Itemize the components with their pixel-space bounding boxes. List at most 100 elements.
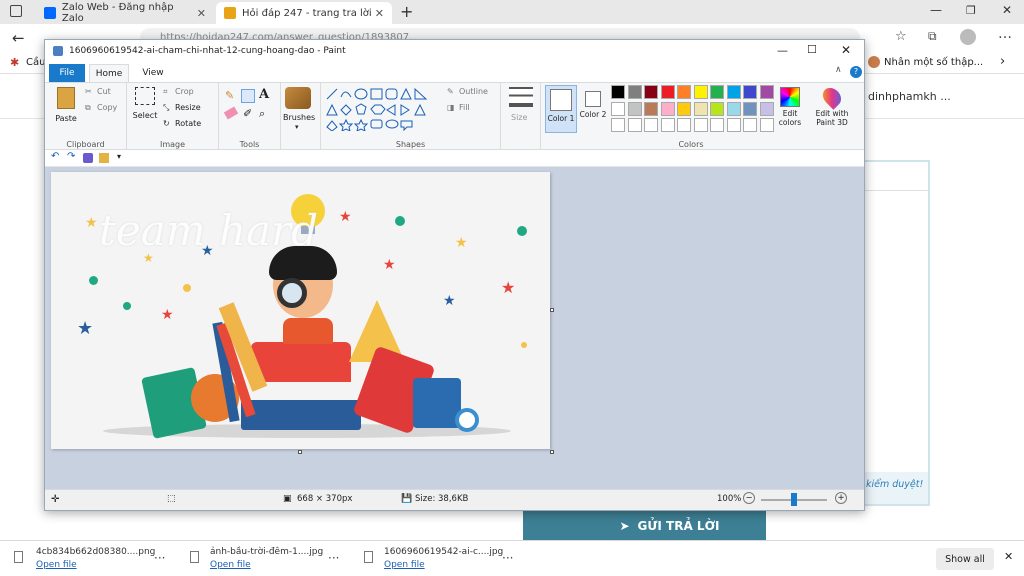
color-swatch[interactable] — [644, 85, 658, 99]
collapse-ribbon-icon[interactable]: ∧ — [835, 65, 842, 75]
color-swatch[interactable] — [726, 85, 741, 99]
favorites-icon[interactable]: ☆ — [895, 29, 907, 44]
chevron-right-icon[interactable]: › — [1000, 54, 1005, 69]
rotate-button[interactable]: Rotate — [175, 119, 201, 128]
color-swatch[interactable] — [611, 101, 625, 116]
color-swatch[interactable] — [693, 101, 708, 116]
color-swatch[interactable] — [660, 85, 675, 99]
help-icon[interactable]: ? — [850, 66, 862, 78]
size-group[interactable]: Size — [501, 83, 541, 151]
redo-icon[interactable]: ↷ — [67, 151, 75, 162]
color-swatch[interactable] — [743, 118, 757, 132]
customize-toolbar-icon[interactable]: ▾ — [117, 152, 121, 161]
color-swatch[interactable] — [743, 85, 757, 99]
color-swatch[interactable] — [759, 85, 774, 99]
new-tab-icon[interactable]: + — [400, 2, 413, 21]
undo-icon[interactable]: ↶ — [51, 151, 59, 162]
properties-icon[interactable] — [99, 153, 109, 163]
color-swatch[interactable] — [677, 85, 691, 99]
color-swatch[interactable] — [627, 85, 642, 99]
more-icon[interactable]: ··· — [154, 551, 165, 565]
color-swatch[interactable] — [677, 101, 691, 116]
color-swatch[interactable] — [644, 101, 658, 116]
open-file-link[interactable]: Open file — [36, 560, 156, 570]
bookmark-left[interactable]: Cầu — [26, 57, 45, 68]
resize-handle[interactable] — [298, 450, 302, 454]
color-swatch[interactable] — [693, 85, 708, 99]
copy-button[interactable]: Copy — [97, 103, 117, 112]
color-swatch[interactable] — [660, 118, 675, 132]
restore-icon[interactable]: ❐ — [966, 4, 976, 17]
menu-icon[interactable]: … — [998, 26, 1012, 42]
collections-icon[interactable]: ⧉ — [928, 29, 937, 44]
tab-home[interactable]: Home — [89, 64, 129, 82]
eraser-icon[interactable] — [223, 106, 239, 120]
paint-maximize-icon[interactable]: ☐ — [807, 43, 817, 56]
zoom-slider-thumb[interactable] — [791, 493, 797, 506]
color-swatch[interactable] — [660, 101, 675, 116]
edit-colors-button[interactable]: Edit colors — [775, 85, 805, 133]
magnifier-icon[interactable]: ⌕ — [259, 107, 265, 121]
color-swatch[interactable] — [759, 118, 774, 132]
more-icon[interactable]: ··· — [502, 551, 513, 565]
open-file-link[interactable]: Open file — [210, 560, 330, 570]
paint3d-button[interactable]: Edit with Paint 3D — [811, 84, 853, 133]
cut-button[interactable]: Cut — [97, 87, 111, 96]
color-swatch[interactable] — [627, 101, 642, 116]
fill-button[interactable]: Fill — [459, 103, 470, 112]
color2-button[interactable]: Color 2 — [579, 85, 607, 133]
select-button[interactable]: Select — [131, 87, 159, 121]
save-icon[interactable] — [83, 153, 93, 163]
paint-minimize-icon[interactable]: — — [777, 44, 788, 57]
color-swatch[interactable] — [677, 118, 691, 132]
tab-zalo[interactable]: Zalo Web - Đăng nhập Zalo ✕ — [36, 2, 214, 24]
more-icon[interactable]: ··· — [328, 551, 339, 565]
color-swatch[interactable] — [710, 101, 724, 116]
color1-button[interactable]: Color 1 — [545, 85, 577, 133]
resize-button[interactable]: Resize — [175, 103, 201, 112]
download-item[interactable]: 1606960619542-ai-c....jpg Open file ··· — [364, 545, 514, 573]
color-swatch[interactable] — [710, 85, 724, 99]
color-swatch[interactable] — [627, 118, 642, 132]
crop-button[interactable]: Crop — [175, 87, 194, 96]
minimize-icon[interactable]: — — [930, 3, 942, 17]
brushes-group[interactable]: Brushes ▾ — [281, 83, 321, 151]
show-all-button[interactable]: Show all — [936, 548, 994, 570]
close-downloads-icon[interactable]: ✕ — [1004, 550, 1013, 563]
tab-view[interactable]: View — [135, 64, 171, 82]
close-window-icon[interactable]: ✕ — [1002, 3, 1012, 17]
color-swatch[interactable] — [710, 118, 724, 132]
paint-close-icon[interactable]: ✕ — [841, 43, 851, 57]
paste-button[interactable]: Paste — [51, 85, 81, 125]
zoom-out-icon[interactable]: − — [743, 492, 755, 504]
outline-button[interactable]: Outline — [459, 87, 488, 96]
color-swatch[interactable] — [759, 101, 774, 116]
color-swatch[interactable] — [743, 101, 757, 116]
color-swatch[interactable] — [693, 118, 708, 132]
download-item[interactable]: 4cb834b662d08380....png Open file ··· — [14, 545, 165, 573]
color-swatch[interactable] — [726, 101, 741, 116]
color-swatch[interactable] — [644, 118, 658, 132]
color-swatch[interactable] — [611, 118, 625, 132]
close-tab-icon[interactable]: ✕ — [197, 7, 206, 20]
fill-icon[interactable] — [241, 89, 255, 103]
open-file-link[interactable]: Open file — [384, 560, 504, 570]
pencil-icon[interactable]: ✎ — [225, 89, 234, 102]
close-tab-icon[interactable]: ✕ — [375, 7, 384, 20]
back-icon[interactable]: ← — [12, 29, 25, 47]
resize-handle[interactable] — [550, 308, 554, 312]
text-tool[interactable]: A — [259, 87, 269, 102]
image-canvas[interactable]: team hard ★ ★ ★ ★ ★ ★ ★ ★ ★ ★ — [51, 172, 550, 449]
zoom-in-icon[interactable]: + — [835, 492, 847, 504]
tab-file[interactable]: File — [49, 64, 85, 82]
color-swatch[interactable] — [611, 85, 625, 99]
tab-actions-icon[interactable] — [10, 5, 22, 17]
picker-icon[interactable]: ✐ — [243, 107, 252, 120]
submit-answer-button[interactable]: ➤ GỬI TRẢ LỜI — [523, 511, 766, 540]
resize-handle[interactable] — [550, 450, 554, 454]
tab-hoidap[interactable]: Hỏi đáp 247 - trang tra lời ✕ — [216, 2, 392, 24]
download-item[interactable]: ảnh-bầu-trời-đêm-1....jpg Open file ··· — [190, 545, 340, 573]
avatar[interactable] — [960, 29, 976, 45]
bookmark-right[interactable]: Nhân một số thập... — [884, 57, 983, 68]
color-swatch[interactable] — [726, 118, 741, 132]
